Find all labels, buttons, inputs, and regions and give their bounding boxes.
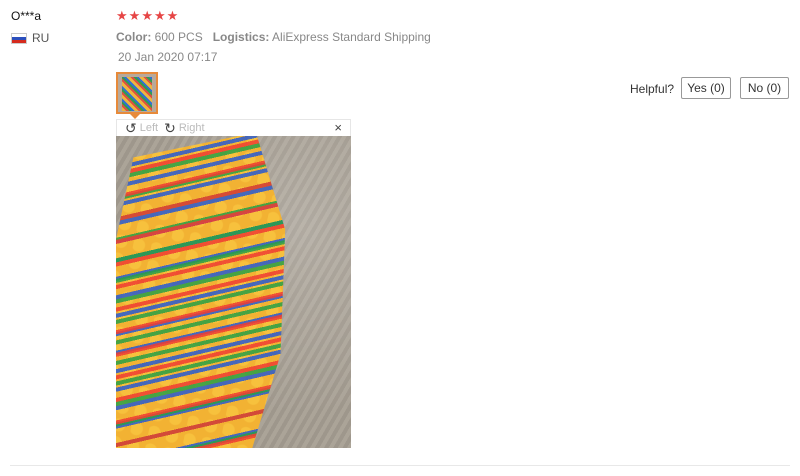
helpful-yes-button[interactable]: Yes (0) bbox=[681, 77, 731, 99]
reviewer-name: O***a bbox=[11, 9, 42, 23]
review-divider bbox=[10, 465, 790, 466]
rotate-right-icon: ↻ bbox=[164, 120, 176, 136]
logistics-info: Logistics: AliExpress Standard Shipping bbox=[213, 30, 431, 44]
logistics-value: AliExpress Standard Shipping bbox=[272, 30, 431, 44]
rotate-left-button[interactable]: ↺ Left bbox=[125, 120, 159, 136]
color-label: Color: bbox=[116, 30, 152, 44]
star-icon: ★ bbox=[116, 8, 128, 23]
star-rating: ★ ★ ★ ★ ★ bbox=[116, 9, 178, 23]
review-date: 20 Jan 2020 07:17 bbox=[118, 50, 218, 64]
star-icon: ★ bbox=[153, 8, 166, 23]
country-code: RU bbox=[32, 31, 50, 45]
rotate-left-icon: ↺ bbox=[125, 120, 137, 136]
star-icon: ★ bbox=[141, 8, 153, 23]
russia-flag-icon bbox=[11, 32, 27, 44]
rotate-right-label: Right bbox=[178, 122, 205, 134]
helpful-label: Helpful? bbox=[630, 82, 675, 96]
review-photo bbox=[116, 136, 351, 448]
image-viewer-toolbar: ↺ Left ↻ Right × bbox=[116, 119, 351, 136]
helpful-no-button[interactable]: No (0) bbox=[740, 77, 789, 99]
color-info: Color: 600 PCS bbox=[116, 30, 203, 44]
logistics-label: Logistics: bbox=[212, 30, 270, 44]
order-info: Color: 600 PCS Logistics: AliExpress Sta… bbox=[116, 30, 431, 44]
close-icon[interactable]: × bbox=[334, 120, 342, 135]
thumbnail-image bbox=[122, 77, 152, 111]
star-icon: ★ bbox=[166, 8, 179, 23]
rotate-left-label: Left bbox=[139, 122, 159, 134]
reviewer-country: RU bbox=[11, 31, 49, 45]
color-value: 600 PCS bbox=[154, 30, 203, 44]
rotate-right-button[interactable]: ↻ Right bbox=[164, 120, 205, 136]
star-icon: ★ bbox=[128, 8, 141, 23]
photo-thumbnail[interactable] bbox=[116, 72, 158, 114]
